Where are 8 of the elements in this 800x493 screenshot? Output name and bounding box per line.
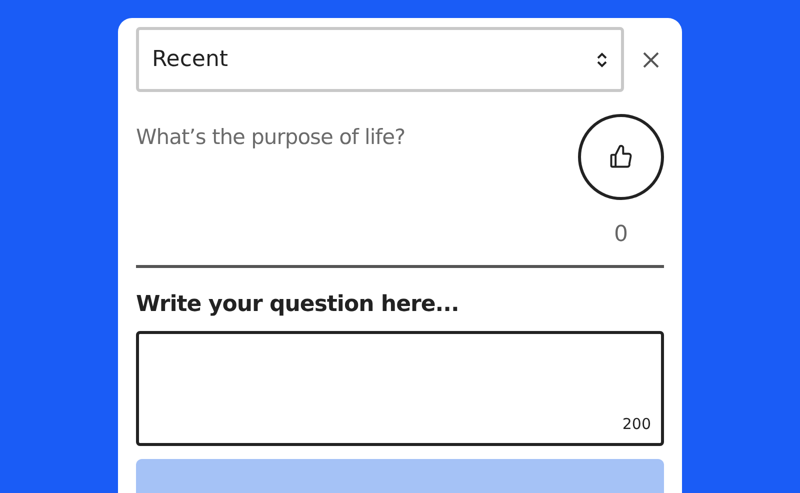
question-text: What’s the purpose of life? [136, 124, 406, 151]
thumbs-up-icon [608, 144, 634, 170]
sort-select[interactable]: Recent [136, 27, 624, 92]
chevron-up-down-icon [596, 52, 608, 68]
like-count: 0 [614, 221, 628, 249]
character-count: 200 [622, 414, 651, 434]
question-input[interactable]: 200 [136, 331, 664, 446]
question-label: Write your question here... [136, 291, 460, 319]
